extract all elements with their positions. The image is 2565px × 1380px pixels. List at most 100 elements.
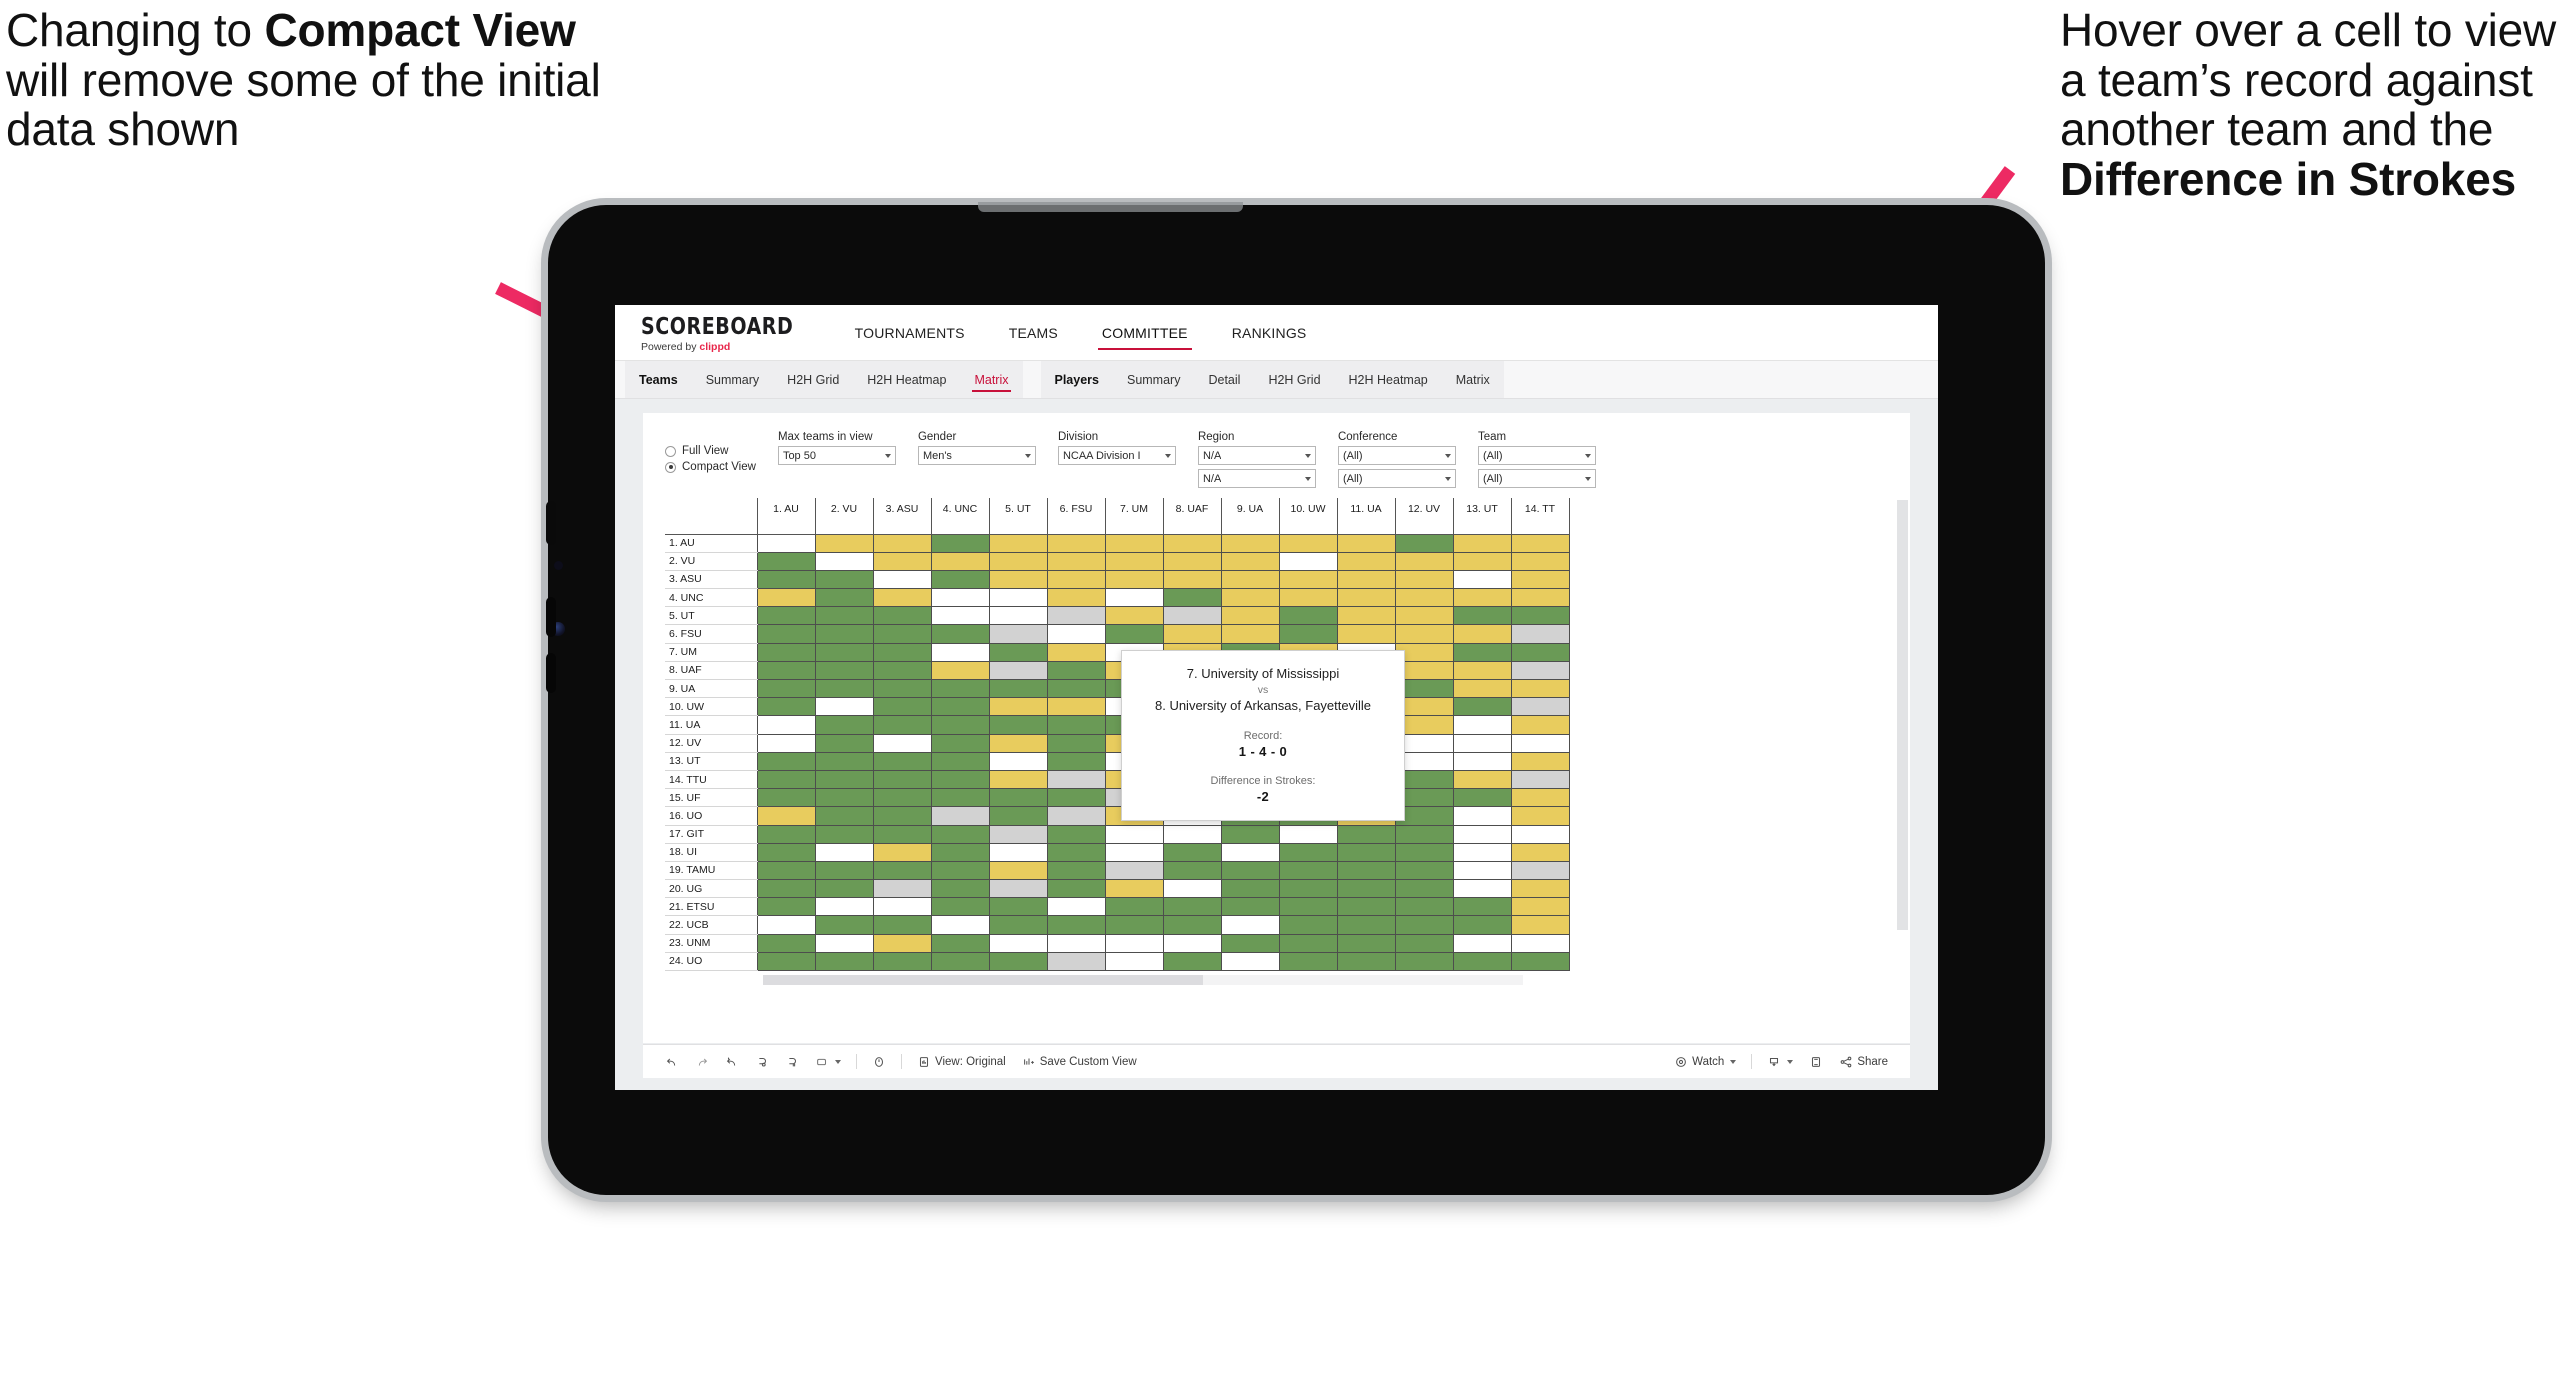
matrix-cell-24-9[interactable] [1220,952,1280,972]
matrix-cell-23-3[interactable] [872,934,932,953]
matrix-cell-22-14[interactable] [1510,915,1570,935]
matrix-cell-22-11[interactable] [1336,915,1396,935]
matrix-cell-3-7[interactable] [1104,570,1164,590]
matrix-cell-4-7[interactable] [1104,588,1164,608]
subnav-teams-matrix[interactable]: Matrix [960,361,1022,398]
matrix-cell-23-4[interactable] [930,934,990,953]
matrix-cell-22-6[interactable] [1046,915,1106,935]
subnav-players-matrix[interactable]: Matrix [1442,361,1504,398]
matrix-cell-12-3[interactable] [872,734,932,753]
matrix-cell-14-1[interactable] [756,770,816,790]
matrix-cell-1-13[interactable] [1452,534,1512,553]
matrix-cell-5-8[interactable] [1162,606,1222,626]
matrix-cell-24-6[interactable] [1046,952,1106,972]
matrix-cell-3-11[interactable] [1336,570,1396,590]
subnav-teams-summary[interactable]: Summary [692,361,773,398]
matrix-cell-3-12[interactable] [1394,570,1454,590]
matrix-cell-4-13[interactable] [1452,588,1512,608]
matrix-cell-23-8[interactable] [1162,934,1222,953]
matrix-cell-18-12[interactable] [1394,843,1454,862]
matrix-cell-6-9[interactable] [1220,624,1280,644]
matrix-cell-2-4[interactable] [930,552,990,571]
matrix-cell-18-6[interactable] [1046,843,1106,862]
matrix-cell-22-7[interactable] [1104,915,1164,935]
matrix-cell-6-10[interactable] [1278,624,1338,644]
matrix-cell-11-4[interactable] [930,715,990,735]
matrix-cell-4-8[interactable] [1162,588,1222,608]
matrix-cell-16-5[interactable] [988,806,1048,826]
matrix-cell-11-13[interactable] [1452,715,1512,735]
matrix-cell-7-1[interactable] [756,643,816,662]
matrix-cell-7-13[interactable] [1452,643,1512,662]
matrix-cell-19-2[interactable] [814,861,874,881]
matrix-cell-24-1[interactable] [756,952,816,972]
matrix-cell-5-7[interactable] [1104,606,1164,626]
matrix-cell-6-13[interactable] [1452,624,1512,644]
matrix-cell-17-2[interactable] [814,825,874,844]
redo-button[interactable] [687,1055,717,1069]
matrix-cell-2-1[interactable] [756,552,816,571]
fullscreen-button[interactable] [1801,1055,1831,1069]
select-conference-1[interactable]: (All) [1337,446,1456,465]
matrix-cell-17-9[interactable] [1220,825,1280,844]
matrix-cell-3-8[interactable] [1162,570,1222,590]
matrix-cell-6-3[interactable] [872,624,932,644]
matrix-cell-19-4[interactable] [930,861,990,881]
matrix-cell-22-9[interactable] [1220,915,1280,935]
matrix-cell-1-12[interactable] [1394,534,1454,553]
share-button[interactable]: Share [1831,1055,1896,1069]
matrix-cell-22-5[interactable] [988,915,1048,935]
subnav-teams-h2h-heatmap[interactable]: H2H Heatmap [853,361,960,398]
select-gender[interactable]: Men's [917,446,1036,465]
matrix-cell-15-4[interactable] [930,788,990,808]
matrix-cell-12-2[interactable] [814,734,874,753]
matrix-cell-12-13[interactable] [1452,734,1512,753]
matrix-cell-1-10[interactable] [1278,534,1338,553]
matrix-cell-11-3[interactable] [872,715,932,735]
matrix-cell-16-1[interactable] [756,806,816,826]
matrix-cell-22-12[interactable] [1394,915,1454,935]
matrix-cell-3-6[interactable] [1046,570,1106,590]
matrix-cell-17-14[interactable] [1510,825,1570,844]
matrix-cell-19-10[interactable] [1278,861,1338,881]
matrix-cell-19-5[interactable] [988,861,1048,881]
matrix-cell-23-6[interactable] [1046,934,1106,953]
matrix-cell-20-2[interactable] [814,879,874,899]
matrix-cell-20-9[interactable] [1220,879,1280,899]
subnav-players-summary[interactable]: Summary [1113,361,1194,398]
matrix-cell-2-6[interactable] [1046,552,1106,571]
matrix-cell-8-1[interactable] [756,661,816,681]
matrix-cell-16-14[interactable] [1510,806,1570,826]
matrix-cell-3-3[interactable] [872,570,932,590]
matrix-cell-22-10[interactable] [1278,915,1338,935]
matrix-cell-6-5[interactable] [988,624,1048,644]
matrix-cell-23-1[interactable] [756,934,816,953]
undo-button[interactable] [657,1055,687,1069]
matrix-cell-21-2[interactable] [814,897,874,917]
matrix-cell-24-5[interactable] [988,952,1048,972]
matrix-cell-18-2[interactable] [814,843,874,862]
matrix-cell-18-3[interactable] [872,843,932,862]
matrix-cell-18-1[interactable] [756,843,816,862]
matrix-cell-4-11[interactable] [1336,588,1396,608]
matrix-cell-19-12[interactable] [1394,861,1454,881]
matrix-cell-12-5[interactable] [988,734,1048,753]
matrix-cell-4-12[interactable] [1394,588,1454,608]
device-button-volume-up[interactable] [546,597,556,637]
topnav-item-committee[interactable]: COMMITTEE [1080,305,1210,360]
matrix-cell-16-13[interactable] [1452,806,1512,826]
matrix-cell-24-8[interactable] [1162,952,1222,972]
radio-full-view[interactable]: Full View [665,445,756,457]
matrix-cell-7-5[interactable] [988,643,1048,662]
matrix-cell-11-1[interactable] [756,715,816,735]
matrix-cell-4-3[interactable] [872,588,932,608]
matrix-scroll-thumb[interactable] [763,975,1203,985]
matrix-cell-13-14[interactable] [1510,752,1570,771]
matrix-cell-12-4[interactable] [930,734,990,753]
view-original-button[interactable]: View: Original [909,1055,1014,1069]
matrix-cell-4-5[interactable] [988,588,1048,608]
matrix-cell-13-3[interactable] [872,752,932,771]
topnav-item-rankings[interactable]: RANKINGS [1210,305,1329,360]
matrix-cell-6-12[interactable] [1394,624,1454,644]
matrix-cell-17-1[interactable] [756,825,816,844]
